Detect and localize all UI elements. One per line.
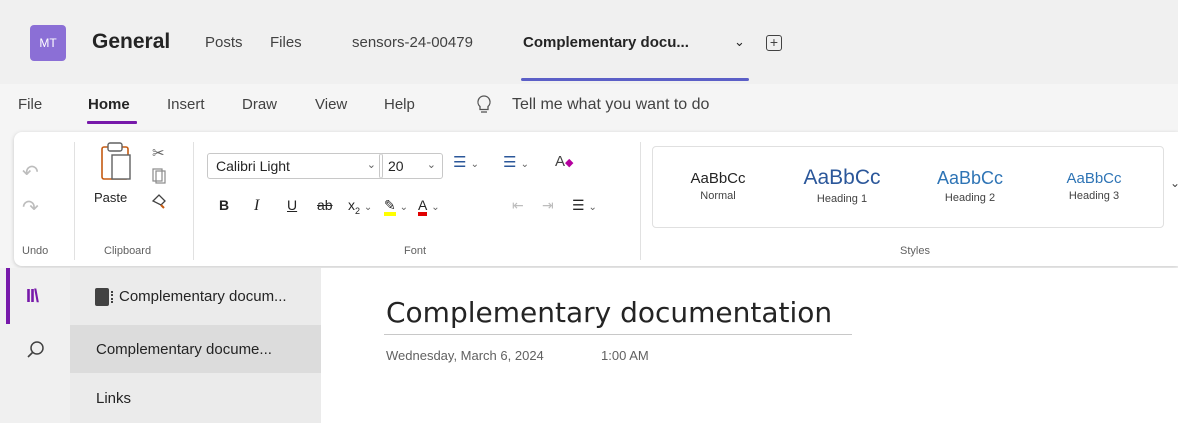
paste-button[interactable]: Paste [94,190,127,205]
page-canvas[interactable] [321,268,1178,423]
font-family-value: Calibri Light [216,158,290,174]
ribbon-tab-help[interactable]: Help [384,96,415,113]
notebook-icon [95,288,113,306]
style-sample: AaBbCc [690,170,746,187]
notebook-title[interactable]: Complementary docum... [119,288,287,305]
library-icon[interactable]: II\ [26,286,39,307]
copy-icon[interactable] [152,168,166,188]
undo-group-label: Undo [22,245,49,257]
search-icon[interactable] [26,340,46,360]
numbering-icon[interactable]: ☰ ⌄ [503,153,529,171]
style-heading-3[interactable]: AaBbCc Heading 3 [1050,170,1138,202]
style-sample: AaBbCc [1066,170,1122,187]
clipboard-group-label: Clipboard [104,245,152,257]
font-color-label: A [418,198,428,216]
cut-icon[interactable]: ✂ [152,144,165,162]
italic-button[interactable]: I [254,197,259,215]
ribbon-tab-indicator [87,121,137,124]
style-name: Heading 2 [944,192,996,204]
redo-icon[interactable]: ↷ [22,195,39,220]
tell-me-search[interactable]: Tell me what you want to do [512,96,709,114]
lightbulb-icon [476,95,492,120]
tab-sensors[interactable]: sensors-24-00479 [352,34,473,51]
section-item[interactable]: Links [96,390,131,407]
paste-icon[interactable] [96,141,134,183]
subscript-label: x [348,197,355,213]
subscript-digit: 2 [355,205,361,216]
style-name: Heading 3 [1068,190,1120,202]
bullets-icon[interactable]: ☰ ⌄ [453,153,479,171]
separator [640,142,641,260]
ribbon-tab-home[interactable]: Home [88,96,130,113]
style-normal[interactable]: AaBbCc Normal [676,170,760,202]
format-painter-icon[interactable] [151,191,169,213]
bold-button[interactable]: B [219,197,229,213]
indent-icon[interactable]: ⇥ [542,197,554,214]
ribbon-tab-file[interactable]: File [18,96,42,113]
font-family-select[interactable]: Calibri Light ⌄ [207,153,383,179]
font-color-icon[interactable]: A ⌄ [418,197,440,216]
ribbon-tab-view[interactable]: View [315,96,347,113]
style-sample: AaBbCc [936,168,1004,188]
chevron-down-icon[interactable]: ⌄ [734,34,745,50]
subscript-button[interactable]: x2 ⌄ [348,197,372,216]
style-heading-2[interactable]: AaBbCc Heading 2 [918,168,1022,204]
chevron-down-icon: ⌄ [366,159,376,171]
tab-complementary-docs[interactable]: Complementary docu... [523,34,689,51]
page-title[interactable]: Complementary documentation [386,296,832,329]
separator [193,142,194,260]
font-size-value: 20 [388,158,404,174]
font-size-select[interactable]: 20 ⌄ [379,153,443,179]
style-heading-1[interactable]: AaBbCc Heading 1 [787,166,897,205]
clear-formatting-icon[interactable]: A◆ [555,153,573,170]
strikethrough-button[interactable]: ab [317,197,333,213]
ribbon-tab-insert[interactable]: Insert [167,96,205,113]
active-tab-indicator [521,78,749,81]
add-tab-icon[interactable]: + [766,35,782,51]
highlighter-icon[interactable]: ✎ ⌄ [384,197,408,216]
align-icon[interactable]: ☰ ⌄ [572,197,597,214]
style-sample: AaBbCc [803,166,881,189]
style-name: Heading 1 [816,193,868,205]
page-date: Wednesday, March 6, 2024 [386,348,544,363]
font-group-label: Font [404,245,427,257]
title-underline [384,334,852,335]
undo-icon[interactable]: ↶ [22,160,39,185]
nav-active-indicator [6,268,10,324]
team-avatar[interactable]: MT [30,25,66,61]
tab-files[interactable]: Files [270,34,302,51]
underline-button[interactable]: U [287,197,297,213]
section-item[interactable]: Complementary docume... [96,341,272,358]
separator [74,142,75,260]
chevron-down-icon[interactable]: ⌄ [1170,176,1178,190]
style-name: Normal [700,190,736,202]
tab-posts[interactable]: Posts [205,34,243,51]
page-time: 1:00 AM [601,348,649,363]
chevron-down-icon: ⌄ [426,159,436,171]
outdent-icon[interactable]: ⇤ [512,197,524,214]
styles-group-label: Styles [900,245,930,257]
ribbon-tab-draw[interactable]: Draw [242,96,277,113]
channel-name: General [92,30,171,53]
